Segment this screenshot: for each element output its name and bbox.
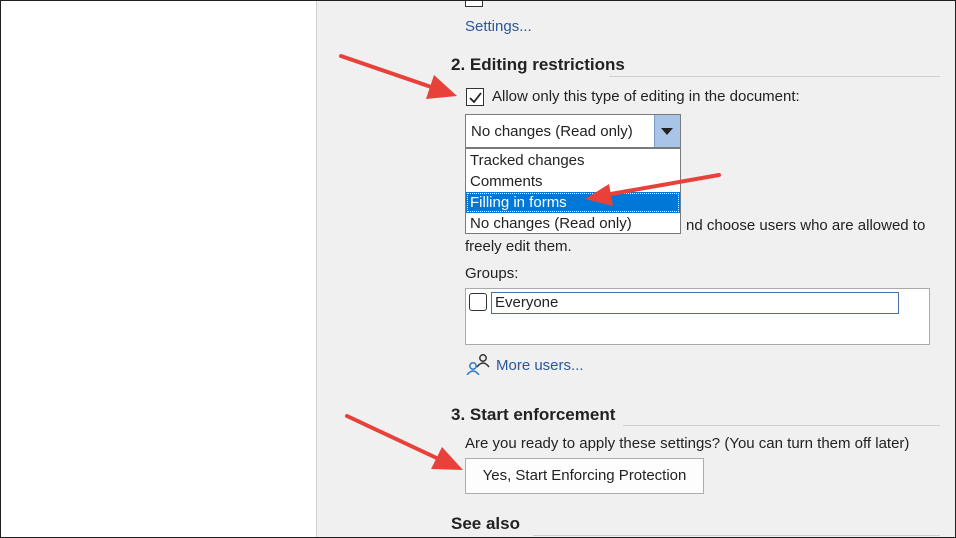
section-divider [533, 535, 940, 536]
restrict-editing-pane: Settings... 2. Editing restrictions Allo… [317, 1, 955, 537]
see-also-heading: See also [451, 514, 520, 533]
dropdown-arrow-icon [661, 128, 673, 135]
partial-top-checkbox[interactable] [465, 1, 483, 7]
option-no-changes[interactable]: No changes (Read only) [466, 213, 680, 234]
document-area [1, 1, 317, 537]
settings-link[interactable]: Settings... [465, 18, 532, 35]
start-enforcement-heading: 3. Start enforcement [451, 405, 616, 424]
option-tracked-changes[interactable]: Tracked changes [466, 150, 680, 171]
groups-list: Everyone [465, 288, 930, 345]
allow-editing-label: Allow only this type of editing in the d… [492, 88, 800, 105]
checkmark-icon [469, 92, 482, 104]
section-divider [623, 425, 940, 426]
combobox-toggle-button[interactable] [654, 115, 680, 147]
option-filling-in-forms[interactable]: Filling in forms [466, 192, 680, 213]
editing-restrictions-heading: 2. Editing restrictions [451, 55, 625, 74]
exceptions-text-line2: freely edit them. [465, 238, 572, 255]
editing-type-dropdown-list: Tracked changes Comments Filling in form… [465, 148, 681, 234]
enforcement-prompt: Are you ready to apply these settings? (… [465, 435, 910, 452]
exceptions-text-line1: nd choose users who are allowed to [686, 217, 926, 234]
combobox-value: No changes (Read only) [471, 123, 633, 140]
everyone-group-item[interactable]: Everyone [491, 292, 899, 314]
option-comments[interactable]: Comments [466, 171, 680, 192]
allow-editing-checkbox[interactable] [466, 88, 484, 106]
editing-type-combobox[interactable]: No changes (Read only) [465, 114, 681, 148]
section-divider [609, 76, 940, 77]
everyone-checkbox[interactable] [469, 293, 487, 311]
start-enforcing-button[interactable]: Yes, Start Enforcing Protection [465, 458, 704, 494]
users-icon [466, 354, 490, 375]
more-users-link[interactable]: More users... [496, 357, 584, 374]
screenshot-frame: Settings... 2. Editing restrictions Allo… [0, 0, 956, 538]
groups-label: Groups: [465, 265, 519, 282]
